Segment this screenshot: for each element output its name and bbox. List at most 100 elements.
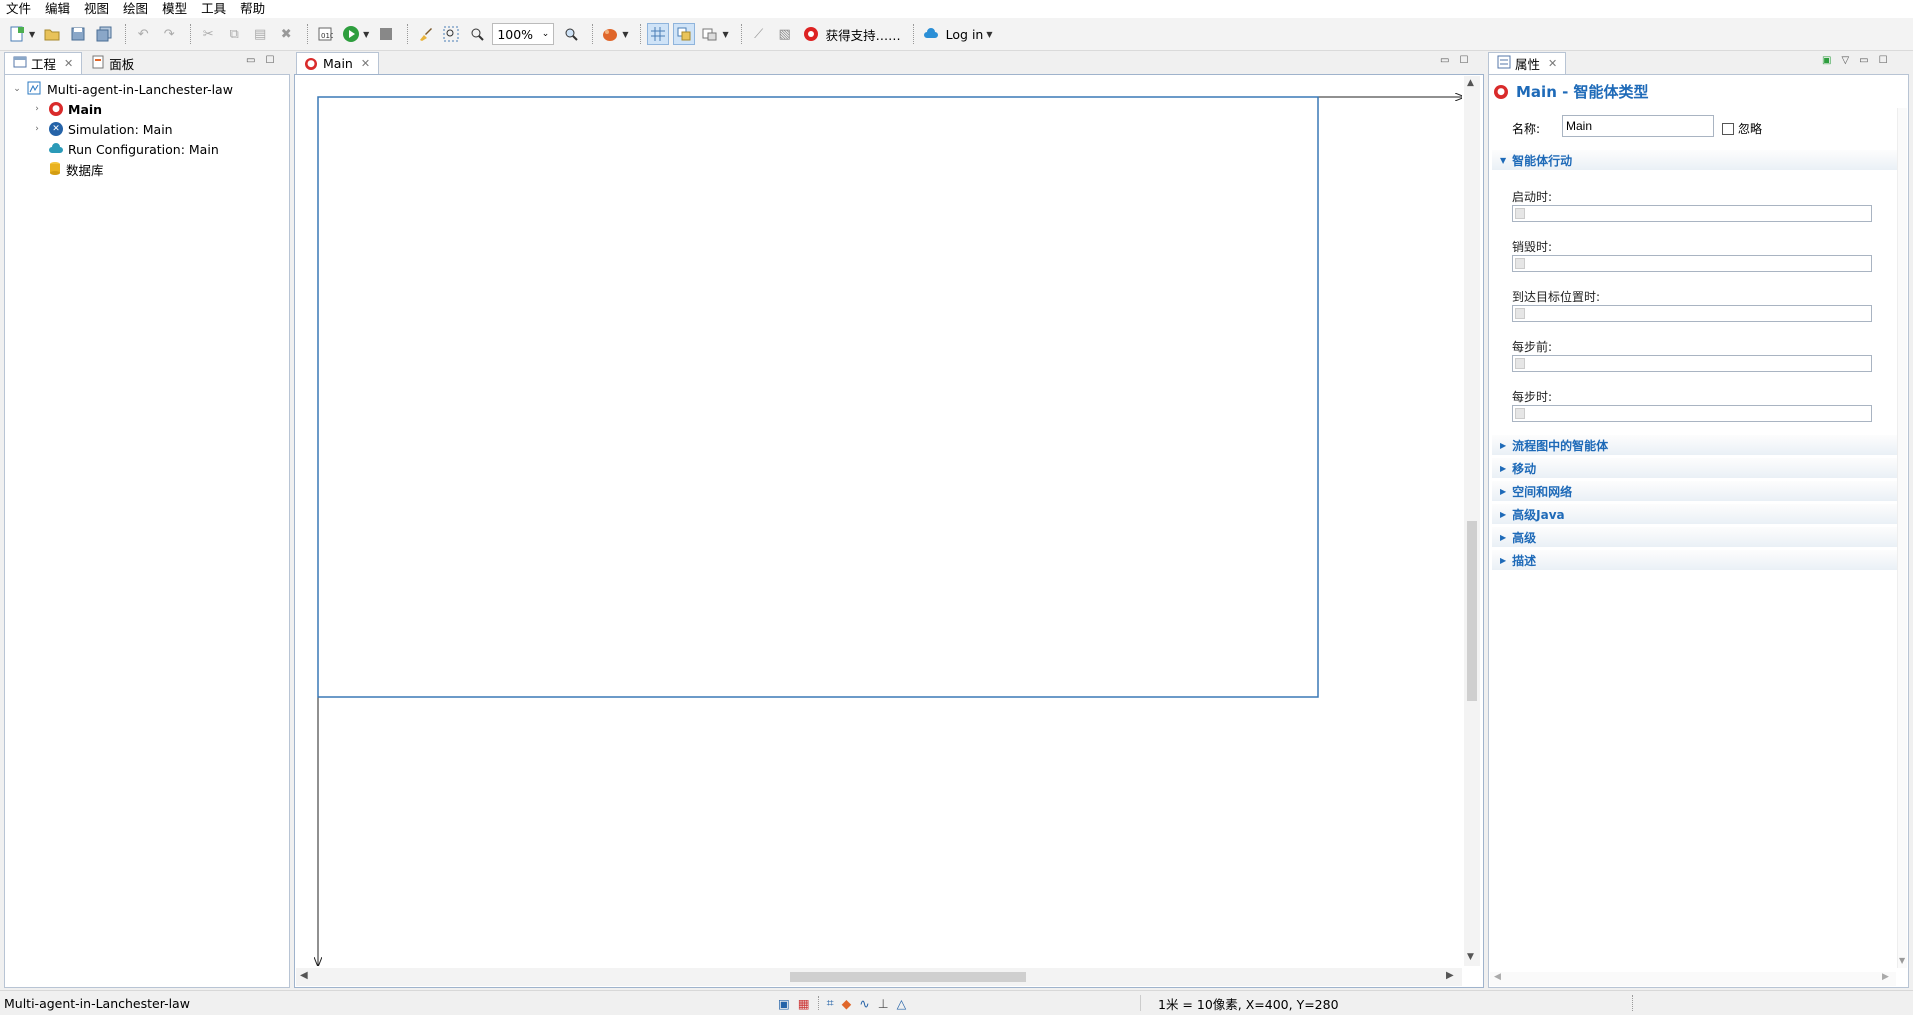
build-icon[interactable]: 010 bbox=[314, 23, 336, 45]
arrange-icon[interactable] bbox=[699, 23, 721, 45]
axis-tool-icon[interactable]: ⊥ bbox=[878, 996, 889, 1011]
zoom-in-icon[interactable] bbox=[560, 23, 582, 45]
checkbox-icon[interactable] bbox=[1722, 122, 1734, 135]
anchor-tool-icon[interactable]: △ bbox=[897, 996, 907, 1011]
minimize-icon[interactable]: ▭ bbox=[246, 55, 255, 66]
section-agent-in-flowchart[interactable]: ▶ 流程图中的智能体 bbox=[1492, 435, 1897, 455]
section-agent-actions[interactable]: ▼ 智能体行动 bbox=[1492, 150, 1897, 170]
on-arrival-field[interactable] bbox=[1512, 305, 1872, 322]
select-tool-icon[interactable]: ⌗ bbox=[827, 995, 834, 1011]
properties-horizontal-scrollbar[interactable]: ◀ ▶ bbox=[1490, 972, 1896, 986]
scroll-right-icon[interactable]: ▶ bbox=[1882, 972, 1889, 982]
menu-view[interactable]: 视图 bbox=[78, 0, 117, 18]
on-destroy-field[interactable] bbox=[1512, 255, 1872, 272]
maximize-icon[interactable]: ☐ bbox=[1459, 55, 1468, 66]
login-button[interactable]: Log in bbox=[946, 27, 984, 42]
close-icon[interactable]: ✕ bbox=[361, 57, 370, 70]
properties-title: Main - 智能体类型 bbox=[1516, 83, 1649, 101]
paste-icon[interactable]: ▤ bbox=[249, 23, 271, 45]
curve-tool-icon[interactable]: ∿ bbox=[859, 996, 869, 1011]
section-advanced[interactable]: ▶ 高级 bbox=[1492, 527, 1897, 547]
cut-icon[interactable]: ✂ bbox=[197, 23, 219, 45]
menu-draw[interactable]: 绘图 bbox=[117, 0, 156, 18]
chevron-right-icon[interactable]: › bbox=[31, 104, 43, 114]
menu-file[interactable]: 文件 bbox=[0, 0, 39, 18]
name-field[interactable] bbox=[1562, 115, 1714, 137]
on-step-field[interactable] bbox=[1512, 405, 1872, 422]
scroll-down-icon[interactable]: ▼ bbox=[1899, 956, 1905, 965]
minimize-icon[interactable]: ▭ bbox=[1859, 55, 1868, 66]
graphical-editor-canvas[interactable] bbox=[296, 76, 1462, 966]
scroll-down-icon[interactable]: ▼ bbox=[1467, 952, 1474, 962]
save-icon[interactable] bbox=[67, 23, 89, 45]
close-icon[interactable]: ✕ bbox=[64, 57, 73, 70]
layers-icon[interactable]: ▧ bbox=[774, 23, 796, 45]
login-dropdown-icon[interactable]: ▼ bbox=[986, 30, 992, 39]
cloud-icon[interactable] bbox=[920, 23, 942, 45]
section-space-network[interactable]: ▶ 空间和网络 bbox=[1492, 481, 1897, 501]
section-movement[interactable]: ▶ 移动 bbox=[1492, 458, 1897, 478]
view-menu-icon[interactable]: ▽ bbox=[1841, 55, 1849, 66]
section-advanced-java[interactable]: ▶ 高级Java bbox=[1492, 504, 1897, 524]
zoom-to-fit-icon[interactable] bbox=[440, 23, 462, 45]
maximize-icon[interactable]: ☐ bbox=[1879, 55, 1888, 66]
minimize-icon[interactable]: ▭ bbox=[1440, 55, 1449, 66]
experiment-dropdown-icon[interactable]: ▼ bbox=[622, 30, 628, 39]
brush-icon[interactable] bbox=[414, 23, 436, 45]
connector-icon[interactable]: ⟋ bbox=[748, 23, 770, 45]
delete-icon[interactable]: ✖ bbox=[275, 23, 297, 45]
on-startup-field[interactable] bbox=[1512, 205, 1872, 222]
properties-vertical-scrollbar[interactable]: ▼ bbox=[1897, 108, 1907, 968]
shapes-tool-icon[interactable]: ◆ bbox=[842, 996, 852, 1011]
support-button[interactable]: 获得支持…… bbox=[826, 25, 901, 44]
on-before-step-field[interactable] bbox=[1512, 355, 1872, 372]
menu-model[interactable]: 模型 bbox=[156, 0, 195, 18]
redo-icon[interactable]: ↷ bbox=[158, 23, 180, 45]
menu-edit[interactable]: 编辑 bbox=[39, 0, 78, 18]
section-description[interactable]: ▶ 描述 bbox=[1492, 550, 1897, 570]
support-icon[interactable] bbox=[800, 23, 822, 45]
horizontal-scrollbar[interactable]: ◀ ▶ bbox=[296, 968, 1462, 986]
menu-tools[interactable]: 工具 bbox=[195, 0, 234, 18]
copy-icon[interactable]: ⧉ bbox=[223, 23, 245, 45]
ignore-checkbox[interactable]: 忽略 bbox=[1722, 120, 1762, 137]
scroll-left-icon[interactable]: ◀ bbox=[300, 970, 308, 981]
new-dropdown-icon[interactable]: ▼ bbox=[29, 30, 35, 39]
undo-icon[interactable]: ↶ bbox=[132, 23, 154, 45]
pin-icon[interactable]: ▣ bbox=[1822, 55, 1831, 66]
tree-item-main[interactable]: › ● Main bbox=[31, 99, 102, 119]
scroll-up-icon[interactable]: ▲ bbox=[1467, 78, 1474, 88]
problems-icon[interactable]: ▦ bbox=[798, 996, 810, 1011]
vertical-scroll-thumb[interactable] bbox=[1467, 521, 1477, 701]
horizontal-scroll-thumb[interactable] bbox=[790, 972, 1026, 982]
tree-root[interactable]: ⌄ Multi-agent-in-Lanchester-law bbox=[11, 79, 233, 99]
close-icon[interactable]: ✕ bbox=[1548, 57, 1557, 70]
run-icon[interactable] bbox=[340, 23, 362, 45]
chevron-right-icon[interactable]: › bbox=[31, 124, 43, 134]
scroll-left-icon[interactable]: ◀ bbox=[1494, 972, 1501, 982]
scroll-right-icon[interactable]: ▶ bbox=[1446, 970, 1454, 981]
console-icon[interactable]: ▣ bbox=[778, 996, 790, 1011]
save-all-icon[interactable] bbox=[93, 23, 115, 45]
tree-item-database[interactable]: 数据库 bbox=[43, 159, 104, 179]
grid-icon[interactable] bbox=[647, 23, 670, 45]
zoom-select[interactable]: 100% ⌄ bbox=[492, 23, 555, 45]
vertical-scrollbar[interactable]: ▲ ▼ bbox=[1464, 76, 1480, 966]
run-dropdown-icon[interactable]: ▼ bbox=[363, 30, 369, 39]
tab-project[interactable]: 工程 ✕ bbox=[4, 52, 83, 74]
new-icon[interactable] bbox=[6, 23, 28, 45]
open-icon[interactable] bbox=[41, 23, 63, 45]
zoom-out-icon[interactable] bbox=[466, 23, 488, 45]
tree-item-run-config[interactable]: Run Configuration: Main bbox=[43, 139, 219, 159]
tab-palette[interactable]: 面板 bbox=[82, 52, 143, 74]
tab-properties[interactable]: 属性 ✕ bbox=[1488, 52, 1567, 74]
stop-icon[interactable] bbox=[375, 23, 397, 45]
arrange-dropdown-icon[interactable]: ▼ bbox=[722, 30, 728, 39]
chevron-down-icon[interactable]: ⌄ bbox=[11, 84, 23, 94]
tab-main[interactable]: ● Main ✕ bbox=[296, 52, 380, 74]
snap-icon[interactable] bbox=[673, 23, 696, 45]
experiment-icon[interactable] bbox=[599, 23, 621, 45]
menu-help[interactable]: 帮助 bbox=[234, 0, 273, 18]
tree-item-simulation[interactable]: › ✕ Simulation: Main bbox=[31, 119, 172, 139]
maximize-icon[interactable]: ☐ bbox=[265, 55, 274, 66]
